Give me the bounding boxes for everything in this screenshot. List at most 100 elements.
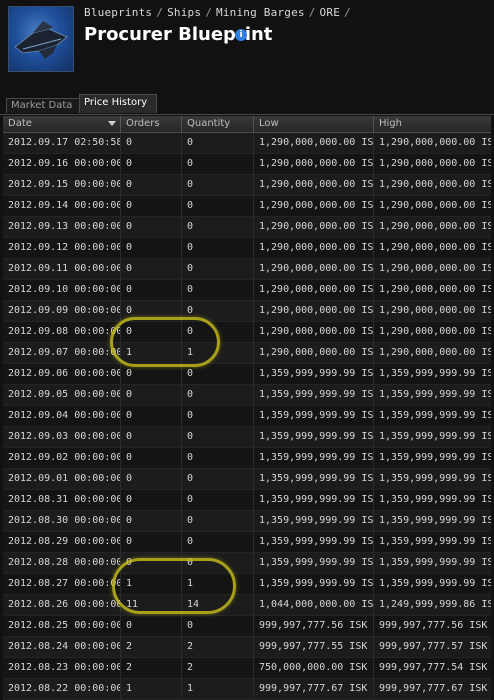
breadcrumb-item[interactable]: ORE — [320, 6, 340, 19]
cell-orders: 1 — [120, 679, 181, 699]
table-row[interactable]: 2012.09.12 00:00:00 0 0 1,290,000,000.00 IS… — [3, 238, 491, 259]
cell-date: 2012.08.23 00:00:00 — [8, 662, 120, 673]
table-row[interactable]: 2012.09.15 00:00:00 0 0 1,290,000,000.00 IS… — [3, 175, 491, 196]
cell-high: 1,359,999,999.99 ISK — [373, 532, 491, 552]
cell-date: 2012.08.28 00:00:00 — [8, 557, 120, 568]
table-row[interactable]: 2012.09.08 00:00:00 0 0 1,290,000,000.00 IS… — [3, 322, 491, 343]
table-row[interactable]: 2012.08.22 00:00:00 1 1 999,997,777.67 ISK 9… — [3, 679, 491, 700]
column-header-quantity[interactable]: Quantity — [181, 116, 253, 132]
column-header-low[interactable]: Low — [253, 116, 373, 132]
cell-orders: 0 — [120, 133, 181, 153]
cell-high: 1,290,000,000.00 ISK — [373, 154, 491, 174]
cell-date: 2012.09.03 00:00:00 — [8, 431, 120, 442]
cell-orders: 0 — [120, 238, 181, 258]
table-row[interactable]: 2012.09.06 00:00:00 0 0 1,359,999,999.99 IS… — [3, 364, 491, 385]
cell-high: 1,359,999,999.99 ISK — [373, 574, 491, 594]
table-row[interactable]: 2012.08.31 00:00:00 0 0 1,359,999,999.99 IS… — [3, 490, 491, 511]
cell-date: 2012.08.29 00:00:00 — [8, 536, 120, 547]
table-row[interactable]: 2012.09.07 00:00:00 1 1 1,290,000,000.00 IS… — [3, 343, 491, 364]
table-row[interactable]: 2012.08.30 00:00:00 0 0 1,359,999,999.99 IS… — [3, 511, 491, 532]
column-header-date[interactable]: Date — [3, 116, 120, 132]
table-row[interactable]: 2012.09.14 00:00:00 0 0 1,290,000,000.00 IS… — [3, 196, 491, 217]
table-row[interactable]: 2012.09.11 00:00:00 0 0 1,290,000,000.00 IS… — [3, 259, 491, 280]
table-row[interactable]: 2012.09.17 02:50:58 0 0 1,290,000,000.00 IS… — [3, 133, 491, 154]
breadcrumb-item[interactable]: Mining Barges — [216, 6, 305, 19]
table-row[interactable]: 2012.08.27 00:00:00 1 1 1,359,999,999.99 IS… — [3, 574, 491, 595]
cell-date: 2012.09.07 00:00:00 — [8, 347, 120, 358]
cell-quantity: 0 — [181, 490, 253, 510]
cell-date: 2012.08.31 00:00:00 — [8, 494, 120, 505]
cell-orders: 0 — [120, 406, 181, 426]
column-header-orders[interactable]: Orders — [120, 116, 181, 132]
table-row[interactable]: 2012.09.16 00:00:00 0 0 1,290,000,000.00 IS… — [3, 154, 491, 175]
table-row[interactable]: 2012.09.05 00:00:00 0 0 1,359,999,999.99 IS… — [3, 385, 491, 406]
breadcrumb-item[interactable]: Ships — [167, 6, 201, 19]
cell-low: 1,359,999,999.99 ISK — [253, 469, 373, 489]
cell-high: 1,290,000,000.00 ISK — [373, 259, 491, 279]
cell-high: 1,290,000,000.00 ISK — [373, 217, 491, 237]
table-row[interactable]: 2012.09.09 00:00:00 0 0 1,290,000,000.00 IS… — [3, 301, 491, 322]
item-header: Blueprints / Ships / Mining Barges / ORE / Proc… — [0, 0, 494, 92]
table-row[interactable]: 2012.09.13 00:00:00 0 0 1,290,000,000.00 IS… — [3, 217, 491, 238]
ship-thumbnail[interactable] — [8, 6, 74, 72]
cell-high: 1,290,000,000.00 ISK — [373, 196, 491, 216]
cell-low: 1,290,000,000.00 ISK — [253, 196, 373, 216]
breadcrumb-item[interactable]: Blueprints — [84, 6, 152, 19]
cell-high: 1,290,000,000.00 ISK — [373, 280, 491, 300]
cell-low: 1,290,000,000.00 ISK — [253, 322, 373, 342]
table-row[interactable]: 2012.08.26 00:00:00 11 14 1,044,000,000.00 … — [3, 595, 491, 616]
table-row[interactable]: 2012.08.29 00:00:00 0 0 1,359,999,999.99 IS… — [3, 532, 491, 553]
table-row[interactable]: 2012.08.25 00:00:00 0 0 999,997,777.56 ISK 9… — [3, 616, 491, 637]
cell-quantity: 0 — [181, 385, 253, 405]
cell-date: 2012.08.27 00:00:00 — [8, 578, 120, 589]
cell-high: 1,359,999,999.99 ISK — [373, 364, 491, 384]
sort-descending-icon — [108, 121, 116, 126]
cell-orders: 0 — [120, 364, 181, 384]
cell-high: 1,290,000,000.00 ISK — [373, 133, 491, 153]
cell-quantity: 0 — [181, 238, 253, 258]
column-header-high[interactable]: High — [373, 116, 491, 132]
table-row[interactable]: 2012.08.24 00:00:00 2 2 999,997,777.55 ISK 9… — [3, 637, 491, 658]
tab-price-history[interactable]: Price History — [79, 94, 157, 113]
cell-date: 2012.08.26 00:00:00 — [8, 599, 120, 610]
cell-quantity: 0 — [181, 469, 253, 489]
cell-quantity: 0 — [181, 280, 253, 300]
table-row[interactable]: 2012.09.04 00:00:00 0 0 1,359,999,999.99 IS… — [3, 406, 491, 427]
cell-high: 1,359,999,999.99 ISK — [373, 427, 491, 447]
cell-low: 999,997,777.56 ISK — [253, 616, 373, 636]
table-row[interactable]: 2012.09.10 00:00:00 0 0 1,290,000,000.00 IS… — [3, 280, 491, 301]
table-row[interactable]: 2012.08.23 00:00:00 2 2 750,000,000.00 ISK 9… — [3, 658, 491, 679]
cell-orders: 0 — [120, 532, 181, 552]
cell-high: 1,359,999,999.99 ISK — [373, 406, 491, 426]
cell-high: 1,290,000,000.00 ISK — [373, 301, 491, 321]
cell-quantity: 1 — [181, 343, 253, 363]
table-row[interactable]: 2012.08.28 00:00:00 0 0 1,359,999,999.99 IS… — [3, 553, 491, 574]
table-header: Date Orders Quantity Low High — [3, 116, 491, 133]
cell-low: 1,359,999,999.99 ISK — [253, 406, 373, 426]
cell-low: 1,290,000,000.00 ISK — [253, 259, 373, 279]
cell-high: 1,359,999,999.99 ISK — [373, 385, 491, 405]
table-row[interactable]: 2012.09.02 00:00:00 0 0 1,359,999,999.99 IS… — [3, 448, 491, 469]
cell-low: 1,359,999,999.99 ISK — [253, 553, 373, 573]
cell-high: 1,359,999,999.99 ISK — [373, 469, 491, 489]
info-icon[interactable]: i — [235, 29, 247, 41]
cell-date: 2012.09.15 00:00:00 — [8, 179, 120, 190]
cell-quantity: 0 — [181, 553, 253, 573]
tab-market-data[interactable]: Market Data — [6, 98, 80, 113]
cell-high: 1,290,000,000.00 ISK — [373, 175, 491, 195]
table-row[interactable]: 2012.09.01 00:00:00 0 0 1,359,999,999.99 IS… — [3, 469, 491, 490]
cell-low: 1,359,999,999.99 ISK — [253, 448, 373, 468]
cell-quantity: 0 — [181, 406, 253, 426]
cell-orders: 1 — [120, 574, 181, 594]
cell-quantity: 0 — [181, 175, 253, 195]
cell-quantity: 0 — [181, 196, 253, 216]
table-row[interactable]: 2012.09.03 00:00:00 0 0 1,359,999,999.99 IS… — [3, 427, 491, 448]
cell-quantity: 2 — [181, 637, 253, 657]
cell-quantity: 0 — [181, 616, 253, 636]
cell-quantity: 1 — [181, 574, 253, 594]
cell-low: 1,290,000,000.00 ISK — [253, 280, 373, 300]
breadcrumb-separator: / — [156, 6, 164, 19]
cell-low: 1,290,000,000.00 ISK — [253, 301, 373, 321]
cell-high: 1,359,999,999.99 ISK — [373, 490, 491, 510]
cell-orders: 2 — [120, 658, 181, 678]
